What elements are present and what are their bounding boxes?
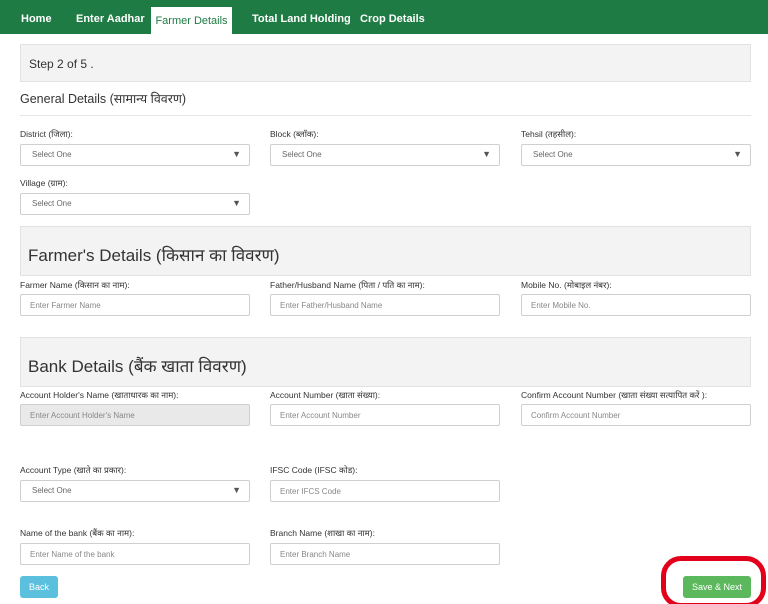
tehsil-select-value: Select One	[533, 150, 573, 159]
dropdown-arrow-icon: ▼	[232, 198, 241, 208]
bank-name-placeholder: Enter Name of the bank	[30, 550, 115, 559]
back-button[interactable]: Back	[20, 576, 58, 598]
ifsc-placeholder: Enter IFCS Code	[280, 487, 341, 496]
block-select-value: Select One	[282, 150, 322, 159]
ifsc-input[interactable]: Enter IFCS Code	[270, 480, 500, 502]
farmer-details-title: Farmer's Details (किसान का विवरण)	[28, 246, 280, 265]
nav-home[interactable]: Home	[21, 0, 52, 34]
ifsc-label: IFSC Code (IFSC कोड):	[270, 465, 358, 475]
father-name-input[interactable]: Enter Father/Husband Name	[270, 294, 500, 316]
district-label: District (जिला):	[20, 129, 73, 139]
step-panel: Step 2 of 5 .	[20, 44, 751, 82]
district-select[interactable]: Select One ▼	[20, 144, 250, 166]
bank-details-panel: Bank Details (बैंक खाता विवरण)	[20, 337, 751, 387]
account-holder-input[interactable]: Enter Account Holder's Name	[20, 404, 250, 426]
step-indicator: Step 2 of 5 .	[29, 57, 94, 71]
bank-name-input[interactable]: Enter Name of the bank	[20, 543, 250, 565]
mobile-placeholder: Enter Mobile No.	[531, 301, 591, 310]
district-select-value: Select One	[32, 150, 72, 159]
dropdown-arrow-icon: ▼	[232, 149, 241, 159]
account-number-placeholder: Enter Account Number	[280, 411, 361, 420]
bank-name-label: Name of the bank (बैंक का नाम):	[20, 528, 135, 538]
branch-name-input[interactable]: Enter Branch Name	[270, 543, 500, 565]
block-select[interactable]: Select One ▼	[270, 144, 500, 166]
dropdown-arrow-icon: ▼	[733, 149, 742, 159]
dropdown-arrow-icon: ▼	[232, 485, 241, 495]
tehsil-select[interactable]: Select One ▼	[521, 144, 751, 166]
nav-enter-aadhar[interactable]: Enter Aadhar	[76, 0, 145, 34]
farmer-name-input[interactable]: Enter Farmer Name	[20, 294, 250, 316]
account-type-label: Account Type (खाते का प्रकार):	[20, 465, 127, 475]
father-name-placeholder: Enter Father/Husband Name	[280, 301, 383, 310]
block-label: Block (ब्लॉक):	[270, 129, 319, 139]
village-label: Village (ग्राम):	[20, 178, 68, 188]
mobile-label: Mobile No. (मोबाइल नंबर):	[521, 280, 612, 290]
branch-name-label: Branch Name (शाखा का नाम):	[270, 528, 375, 538]
bank-details-title: Bank Details (बैंक खाता विवरण)	[28, 357, 247, 376]
farmer-name-label: Farmer Name (किसान का नाम):	[20, 280, 130, 290]
confirm-account-label: Confirm Account Number (खाता संख्या सत्य…	[521, 390, 708, 400]
account-type-select[interactable]: Select One ▼	[20, 480, 250, 502]
account-number-input[interactable]: Enter Account Number	[270, 404, 500, 426]
village-select-value: Select One	[32, 199, 72, 208]
village-select[interactable]: Select One ▼	[20, 193, 250, 215]
nav-crop-details[interactable]: Crop Details	[360, 0, 425, 34]
confirm-account-input[interactable]: Confirm Account Number	[521, 404, 751, 426]
account-number-label: Account Number (खाता संख्या):	[270, 390, 381, 400]
save-next-button[interactable]: Save & Next	[683, 576, 751, 598]
farmer-details-panel: Farmer's Details (किसान का विवरण)	[20, 226, 751, 276]
nav-total-land-holding[interactable]: Total Land Holding	[252, 0, 351, 34]
tehsil-label: Tehsil (तहसील):	[521, 129, 577, 139]
account-holder-label: Account Holder's Name (खाताधारक का नाम):	[20, 390, 179, 400]
divider	[20, 115, 751, 116]
branch-name-placeholder: Enter Branch Name	[280, 550, 351, 559]
account-holder-placeholder: Enter Account Holder's Name	[30, 411, 135, 420]
top-navbar: Home Enter Aadhar Farmer Details Total L…	[0, 0, 768, 34]
nav-farmer-details[interactable]: Farmer Details	[151, 5, 232, 34]
account-type-select-value: Select One	[32, 486, 72, 495]
general-details-title: General Details (सामान्य विवरण)	[20, 92, 187, 106]
dropdown-arrow-icon: ▼	[482, 149, 491, 159]
farmer-name-placeholder: Enter Farmer Name	[30, 301, 101, 310]
mobile-input[interactable]: Enter Mobile No.	[521, 294, 751, 316]
father-name-label: Father/Husband Name (पिता / पति का नाम):	[270, 280, 425, 290]
confirm-account-placeholder: Confirm Account Number	[531, 411, 621, 420]
